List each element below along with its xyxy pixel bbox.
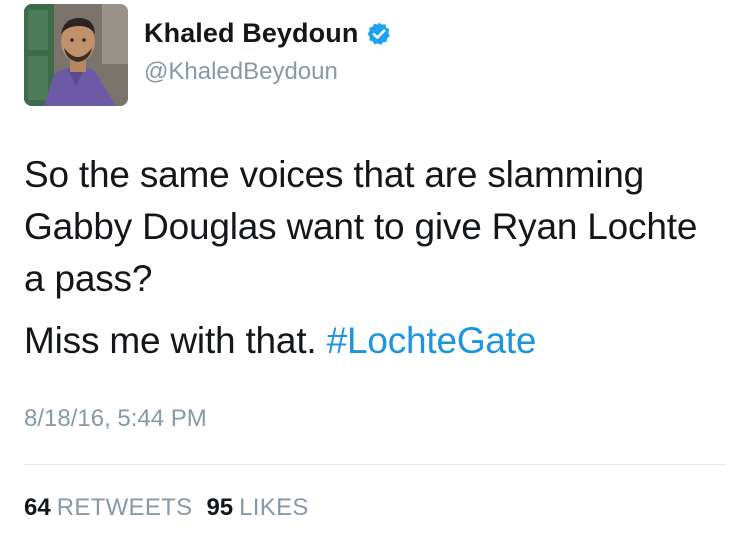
likes-count[interactable]: 95: [206, 494, 233, 522]
likes-label[interactable]: LIKES: [239, 494, 309, 522]
divider: [24, 464, 726, 465]
retweets-label[interactable]: RETWEETS: [57, 494, 193, 522]
avatar[interactable]: [24, 4, 128, 106]
tweet-text-paragraph-2: Miss me with that. #LochteGate: [24, 315, 724, 367]
tweet-card: Khaled Beydoun @KhaledBeydoun So the sam…: [0, 0, 750, 549]
tweet-text: So the same voices that are slamming Gab…: [24, 149, 724, 367]
user-handle[interactable]: @KhaledBeydoun: [144, 58, 338, 86]
retweets-count[interactable]: 64: [24, 494, 51, 522]
avatar-image: [24, 4, 128, 106]
tweet-stats: 64 RETWEETS 95 LIKES: [24, 494, 323, 522]
user-name-row[interactable]: Khaled Beydoun: [144, 18, 392, 49]
tweet-text-paragraph-1: So the same voices that are slamming Gab…: [24, 154, 698, 299]
tweet-text-line-2: Miss me with that.: [24, 320, 317, 361]
tweet-timestamp[interactable]: 8/18/16, 5:44 PM: [24, 405, 207, 433]
verified-badge-icon: [366, 21, 392, 47]
hashtag-link[interactable]: #LochteGate: [327, 320, 537, 361]
display-name[interactable]: Khaled Beydoun: [144, 18, 358, 49]
